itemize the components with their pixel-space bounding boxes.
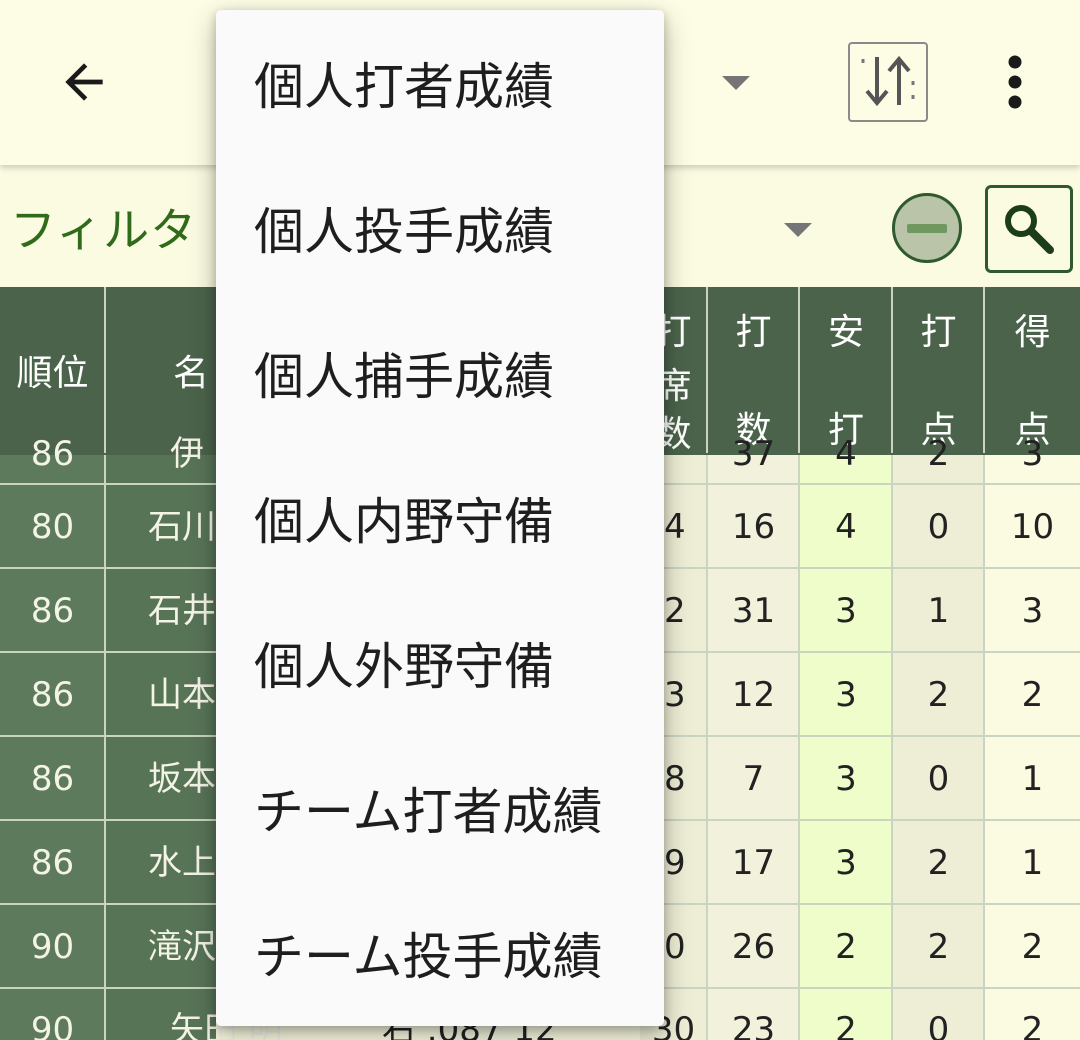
- menu-item-individual-pitching[interactable]: 個人投手成績: [216, 168, 664, 288]
- cell-hits: 3: [835, 843, 857, 883]
- cell-runs: 1: [1021, 843, 1044, 883]
- cell-rbi: 0: [927, 759, 950, 799]
- cell-hits: 2: [835, 1010, 857, 1040]
- cell-at-bats: 17: [731, 843, 776, 883]
- vertical-dots-icon: [1008, 55, 1022, 109]
- cell-hits: 4: [835, 434, 857, 474]
- clear-filter-button[interactable]: [892, 193, 962, 263]
- cell-name: 滝沢: [148, 927, 216, 967]
- cell-rank: 90: [30, 1010, 75, 1040]
- cell-at-bats: 23: [731, 1010, 776, 1040]
- cell-hits: 3: [835, 759, 857, 799]
- cell-rank: 86: [30, 434, 75, 474]
- menu-item-team-pitching[interactable]: チーム投手成績: [216, 893, 664, 1013]
- cell-runs: 2: [1021, 675, 1044, 715]
- cell-runs: 10: [1010, 507, 1055, 547]
- cell-rbi: 2: [927, 675, 950, 715]
- cell-runs: 3: [1021, 434, 1044, 474]
- cell-rank: 86: [30, 843, 75, 883]
- stats-type-menu: 個人打者成績 個人投手成績 個人捕手成績 個人内野守備 個人外野守備 チーム打者…: [216, 10, 664, 1026]
- cell-rank: 80: [30, 507, 75, 547]
- more-options-button[interactable]: [985, 50, 1045, 114]
- cell-rbi: 2: [927, 927, 950, 967]
- arrow-left-icon: [65, 63, 103, 101]
- cell-runs: 1: [1021, 759, 1044, 799]
- cell-rank: 86: [30, 759, 75, 799]
- search-button[interactable]: [985, 185, 1073, 273]
- cell-name: 水上: [148, 843, 216, 883]
- cell-plate-appearances: 0: [664, 927, 686, 967]
- cell-name: 石川: [148, 507, 216, 547]
- cell-hits: 2: [835, 927, 857, 967]
- menu-item-individual-outfield[interactable]: 個人外野守備: [216, 603, 664, 723]
- back-button[interactable]: [50, 48, 118, 116]
- menu-item-individual-infield[interactable]: 個人内野守備: [216, 458, 664, 578]
- cell-plate-appearances: 4: [664, 507, 686, 547]
- cell-plate-appearances: 3: [664, 675, 686, 715]
- cell-rbi: 0: [927, 507, 950, 547]
- filter-dropdown-chevron-icon[interactable]: [784, 223, 812, 237]
- cell-runs: 2: [1021, 1010, 1044, 1040]
- minus-circle-icon: [907, 223, 947, 233]
- cell-at-bats: 26: [731, 927, 776, 967]
- cell-name: 石井: [148, 591, 216, 631]
- cell-runs: 3: [1021, 591, 1044, 631]
- menu-item-individual-catching[interactable]: 個人捕手成績: [216, 313, 664, 433]
- cell-rbi: 1: [927, 591, 950, 631]
- cell-at-bats: 12: [731, 675, 776, 715]
- cell-at-bats: 7: [742, 759, 765, 799]
- cell-at-bats: 16: [731, 507, 776, 547]
- cell-rbi: 2: [927, 434, 950, 474]
- cell-plate-appearances: 9: [664, 843, 686, 883]
- magnifier-icon: [1005, 205, 1054, 254]
- cell-rank: 90: [30, 927, 75, 967]
- chevron-down-icon[interactable]: [722, 76, 750, 90]
- up-down-arrows-icon: [861, 55, 915, 107]
- cell-at-bats: 31: [731, 591, 776, 631]
- sort-button[interactable]: [848, 42, 928, 122]
- cell-rbi: 0: [927, 1010, 950, 1040]
- filter-label: フィルタ: [10, 203, 198, 257]
- cell-name: 伊: [170, 434, 204, 474]
- menu-item-individual-batting[interactable]: 個人打者成績: [216, 23, 664, 143]
- cell-hits: 3: [835, 591, 857, 631]
- cell-name: 坂本: [148, 759, 216, 799]
- cell-runs: 2: [1021, 927, 1044, 967]
- cell-plate-appearances: 8: [664, 759, 686, 799]
- cell-rbi: 2: [927, 843, 950, 883]
- cell-hits: 3: [835, 675, 857, 715]
- menu-item-team-batting[interactable]: チーム打者成績: [216, 748, 664, 868]
- cell-hits: 4: [835, 507, 857, 547]
- cell-at-bats: 37: [731, 434, 776, 474]
- cell-name: 山本: [148, 675, 216, 715]
- cell-rank: 86: [30, 675, 75, 715]
- cell-rank: 86: [30, 591, 75, 631]
- cell-plate-appearances: 2: [664, 591, 686, 631]
